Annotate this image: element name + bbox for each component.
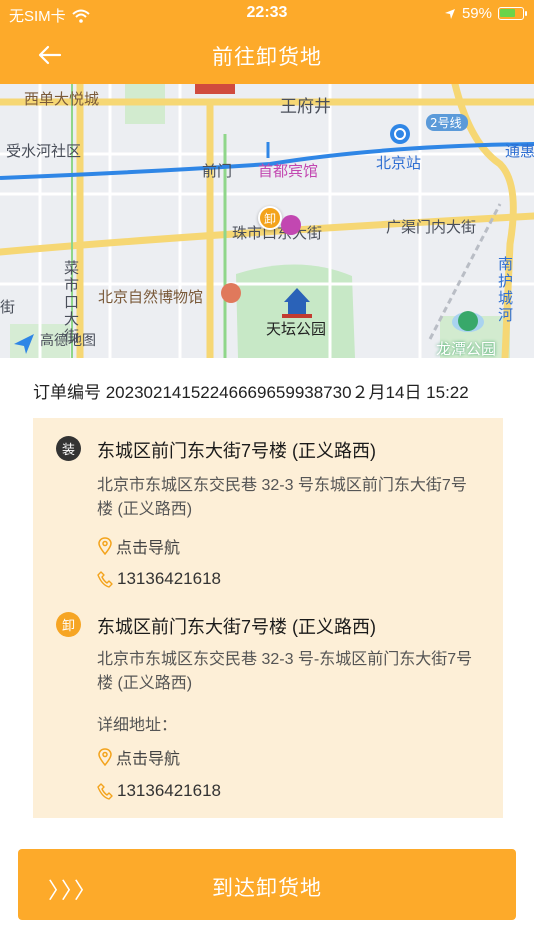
map-label-guangqumen: 广渠门内大街 bbox=[386, 218, 477, 236]
map-logo-amap: 高德地图 bbox=[40, 333, 96, 349]
map-label-jie: 街 bbox=[0, 298, 16, 316]
load-name: 东城区前门东大街7号楼 (正义路西) bbox=[97, 441, 376, 461]
map-label-xidan: 西单大悦城 bbox=[24, 90, 100, 108]
unload-phone: 13136421618 bbox=[117, 781, 222, 800]
load-phone-link[interactable]: 13136421618 bbox=[97, 569, 221, 589]
page-title: 前往卸货地 bbox=[212, 46, 322, 69]
load-navigate-link[interactable]: 点击导航 bbox=[97, 534, 180, 558]
map-label-qianmen: 前门 bbox=[202, 162, 233, 180]
phone-icon bbox=[97, 783, 113, 800]
load-phone: 13136421618 bbox=[117, 569, 222, 588]
load-address: 北京市东城区东交民巷 32-3 号东城区前门东大街7号楼 (正义路西) bbox=[97, 477, 467, 518]
unload-badge: 卸 bbox=[56, 612, 81, 637]
map-label-tonghui: 通惠 bbox=[505, 142, 534, 160]
map-label-shoudu: 首都宾馆 bbox=[258, 162, 319, 180]
arrive-unload-label: 到达卸货地 bbox=[212, 877, 322, 900]
battery-icon bbox=[498, 7, 527, 20]
battery-percent: 59% bbox=[461, 5, 492, 22]
load-badge: 装 bbox=[56, 436, 81, 461]
unload-detail-label: 详细地址： bbox=[97, 717, 178, 734]
unload-name: 东城区前门东大街7号楼 (正义路西) bbox=[97, 617, 376, 637]
arrive-unload-button[interactable]: 〉〉〉 到达卸货地 bbox=[18, 849, 516, 920]
nav-bar: 前往卸货地 bbox=[0, 28, 534, 84]
hotel-icon bbox=[281, 215, 301, 235]
location-pin-icon bbox=[98, 537, 112, 555]
map-label-museum: 北京自然博物馆 bbox=[98, 288, 204, 306]
location-arrow-icon bbox=[444, 8, 455, 19]
map-label-wangfujing: 王府井 bbox=[280, 97, 331, 117]
map-label-beijingzhan: 北京站 bbox=[376, 154, 422, 172]
status-right: 59% bbox=[444, 5, 527, 22]
map-label-nanhu: 南护城河 bbox=[498, 255, 514, 324]
map-label-tiantan: 天坛公园 bbox=[266, 320, 327, 338]
load-navigate-label: 点击导航 bbox=[116, 540, 181, 557]
unload-phone-link[interactable]: 13136421618 bbox=[97, 781, 221, 801]
address-card: 装 东城区前门东大街7号楼 (正义路西) 北京市东城区东交民巷 32-3 号东城… bbox=[33, 418, 503, 818]
top-bar: 无SIM卡 22:33 59% 前往卸货地 bbox=[0, 0, 534, 84]
unload-navigate-link[interactable]: 点击导航 bbox=[97, 745, 180, 769]
unload-navigate-label: 点击导航 bbox=[116, 751, 181, 768]
map-label-longtan: 龙潭公园 bbox=[436, 340, 497, 358]
map-label-shoushuihe: 受水河社区 bbox=[6, 142, 82, 160]
location-pin-icon bbox=[98, 748, 112, 766]
order-number: 订单编号 20230214152246669659938730２月14日 15:… bbox=[33, 383, 469, 402]
destination-pin-icon[interactable]: 卸 bbox=[258, 206, 282, 230]
unload-address: 北京市东城区东交民巷 32-3 号-东城区前门东大街7号楼 (正义路西) bbox=[97, 651, 473, 692]
route-map[interactable]: 西单大悦城 王府井 受水河社区 2号线 北京站 通惠 前门 首都宾馆 珠市口东大… bbox=[0, 84, 534, 358]
phone-icon bbox=[97, 571, 113, 588]
map-label-line2: 2号线 bbox=[430, 116, 462, 130]
status-bar: 无SIM卡 22:33 59% bbox=[0, 0, 534, 28]
